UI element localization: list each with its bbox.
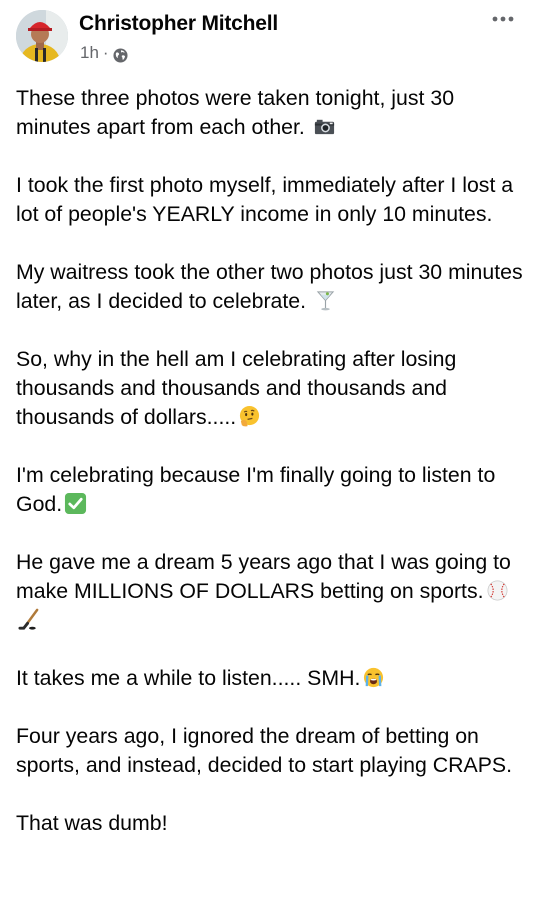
- hockey-stick-emoji: [18, 608, 41, 631]
- post-paragraph: Four years ago, I ignored the dream of b…: [16, 724, 513, 777]
- post-paragraph: It takes me a while to listen..... SMH.: [16, 664, 528, 693]
- post-text: These three photos were taken tonight, j…: [16, 84, 528, 867]
- check-mark-button-emoji: [64, 492, 87, 515]
- post-paragraph: These three photos were taken tonight, j…: [16, 86, 455, 139]
- cocktail-glass-emoji: [314, 289, 337, 312]
- post-paragraph: I took the first photo myself, immediate…: [16, 173, 514, 226]
- avatar[interactable]: [16, 10, 68, 62]
- camera-emoji: [313, 115, 336, 138]
- post-header: Christopher Mitchell 1h ·: [0, 0, 540, 80]
- meta-separator: ·: [102, 43, 109, 62]
- more-horizontal-icon: [492, 16, 514, 22]
- post-paragraph: He gave me a dream 5 years ago that I wa…: [16, 548, 528, 635]
- more-options-button[interactable]: [486, 6, 520, 32]
- author-name[interactable]: Christopher Mitchell: [79, 10, 278, 38]
- post-paragraph: So, why in the hell am I celebrating aft…: [16, 347, 457, 429]
- post-time[interactable]: 1h: [80, 41, 99, 65]
- post-meta: 1h ·: [80, 41, 128, 65]
- post-paragraph: My waitress took the other two photos ju…: [16, 260, 523, 313]
- baseball-emoji: [486, 579, 509, 602]
- post-paragraph: That was dumb!: [16, 811, 168, 835]
- post-paragraph: I'm celebrating because I'm finally goin…: [16, 463, 496, 516]
- globe-icon[interactable]: [113, 46, 128, 63]
- thinking-face-emoji: [238, 405, 261, 428]
- loudly-crying-face-emoji: [362, 666, 385, 689]
